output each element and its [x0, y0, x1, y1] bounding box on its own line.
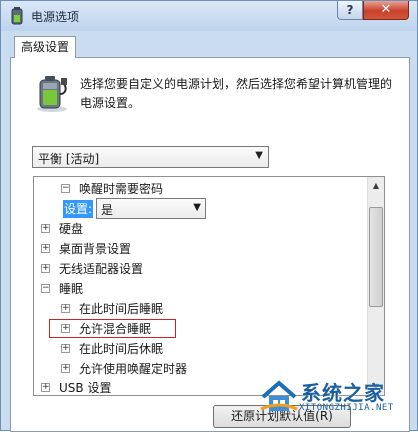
tree-item-label: USB 设置	[59, 381, 112, 395]
tree-item-label: 允许使用唤醒定时器	[79, 362, 188, 376]
tree-item-label: 唤醒时需要密码	[79, 182, 164, 196]
setting-value-select[interactable]: 是 ▼	[96, 198, 206, 219]
setting-label: 设置:	[63, 200, 93, 218]
expand-icon[interactable]: +	[61, 344, 70, 353]
watermark: 系统之家 XITONGZHIJIA.NET	[259, 377, 417, 417]
house-logo-icon	[260, 380, 298, 411]
scroll-thumb[interactable]	[369, 207, 383, 307]
collapse-icon[interactable]: −	[41, 284, 50, 293]
setting-value: 是	[101, 203, 114, 217]
power-plan-value: 平衡 [活动]	[38, 152, 100, 166]
chevron-down-icon: ▼	[193, 202, 201, 213]
expand-icon[interactable]: +	[41, 244, 50, 253]
plan-description: 选择您要自定义的电源计划，然后选择您希望计算机管理的电源设置。	[80, 77, 393, 110]
tree-item-label: 睡眠	[59, 282, 84, 296]
tree-item-label: 桌面背景设置	[59, 242, 132, 256]
power-battery-icon	[37, 76, 67, 112]
tab-advanced-settings[interactable]: 高级设置	[14, 36, 76, 58]
help-button[interactable]: ?	[337, 1, 363, 20]
window-title: 电源选项	[31, 10, 80, 24]
collapse-icon[interactable]: −	[61, 184, 70, 193]
chevron-down-icon: ▼	[255, 150, 263, 161]
watermark-text: 系统之家	[301, 381, 385, 405]
close-button[interactable]: ✕	[363, 1, 409, 20]
expand-icon[interactable]: +	[61, 364, 70, 373]
power-options-window: 电源选项 ? ✕ 高级设置 选择您要自定义的电源计划，然后选择您希望计算机管理的…	[0, 0, 418, 432]
tree-scrollbar[interactable]: ▲ ▼	[367, 177, 384, 395]
power-plan-select[interactable]: 平衡 [活动] ▼	[32, 146, 269, 168]
tree-item-label: 在此时间后休眠	[79, 342, 164, 356]
tree-item-label: 无线适配器设置	[59, 262, 144, 276]
expand-icon[interactable]: +	[41, 383, 50, 392]
battery-plug-icon	[11, 7, 23, 25]
highlight-annotation-box	[49, 319, 176, 338]
expand-icon[interactable]: +	[61, 304, 70, 313]
scroll-up-arrow-icon[interactable]: ▲	[368, 177, 384, 194]
tree-item-label: 在此时间后睡眠	[79, 302, 164, 316]
watermark-url: XITONGZHIJIA.NET	[299, 403, 394, 413]
expand-icon[interactable]: +	[41, 224, 50, 233]
tree-item-label: 硬盘	[59, 222, 84, 236]
expand-icon[interactable]: +	[41, 264, 50, 273]
